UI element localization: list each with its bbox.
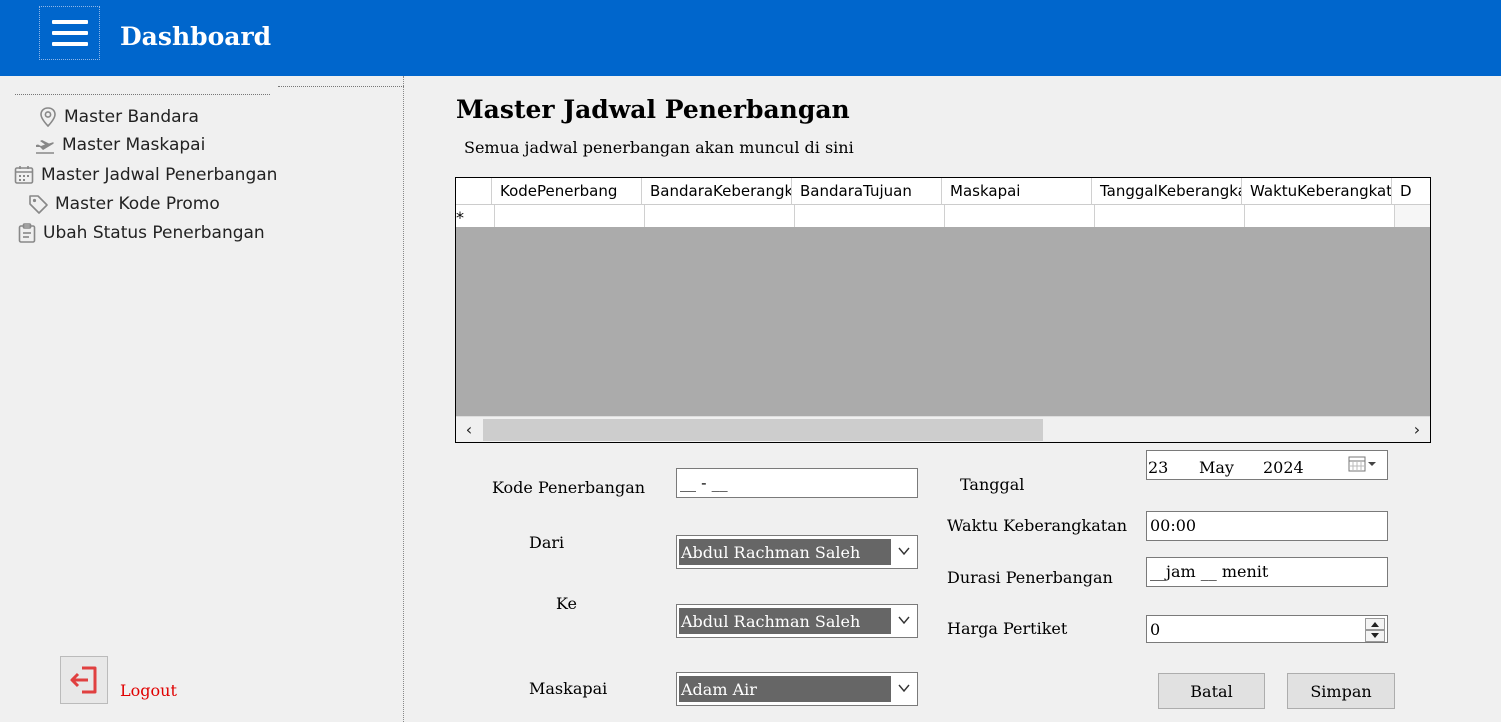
- sidebar-item-master-jadwal-penerbangan[interactable]: Master Jadwal Penerbangan: [13, 164, 277, 186]
- sidebar-item-ubah-status-penerbangan[interactable]: Ubah Status Penerbangan: [17, 222, 265, 244]
- grid-cell[interactable]: [1095, 205, 1245, 227]
- plane-departure-icon: [36, 140, 54, 154]
- kode-penerbangan-input[interactable]: __ - __: [676, 468, 918, 498]
- grid-cell[interactable]: [645, 205, 795, 227]
- grid-cell[interactable]: [945, 205, 1095, 227]
- grid-column-header[interactable]: TanggalKeberangkatan: [1092, 178, 1242, 205]
- maskapai-select[interactable]: Adam Air: [676, 672, 918, 706]
- sidebar-item-label: Master Jadwal Penerbangan: [41, 165, 278, 185]
- grid-column-header[interactable]: D: [1392, 178, 1430, 205]
- maskapai-label: Maskapai: [529, 679, 608, 698]
- chevron-down-icon: [898, 684, 910, 693]
- harga-pertiket-label: Harga Pertiket: [947, 619, 1068, 638]
- sidebar: Master Bandara Master Maskapai Master Ja…: [0, 76, 404, 722]
- logout-icon: [70, 666, 97, 694]
- sidebar-divider: [278, 86, 404, 87]
- waktu-keberangkatan-input[interactable]: 00:00: [1146, 511, 1388, 541]
- scrollbar-thumb[interactable]: [483, 419, 1043, 441]
- menu-icon: [52, 20, 88, 24]
- harga-pertiket-value[interactable]: 0: [1150, 620, 1160, 639]
- spin-down-icon[interactable]: [1365, 630, 1385, 642]
- dari-select[interactable]: Abdul Rachman Saleh: [676, 535, 918, 569]
- ke-label: Ke: [556, 594, 577, 613]
- grid-cell[interactable]: [795, 205, 945, 227]
- tanggal-year[interactable]: 2024: [1263, 458, 1304, 477]
- simpan-button[interactable]: Simpan: [1287, 673, 1395, 709]
- harga-spinner[interactable]: [1365, 618, 1385, 642]
- harga-pertiket-input[interactable]: 0: [1146, 615, 1388, 643]
- top-bar: Dashboard: [0, 0, 1501, 76]
- maskapai-selected-value: Adam Air: [679, 676, 891, 702]
- page-subtitle: Semua jadwal penerbangan akan muncul di …: [464, 138, 854, 157]
- tanggal-day[interactable]: 23: [1148, 458, 1168, 477]
- grid-new-row[interactable]: *: [456, 205, 1430, 227]
- grid-cell[interactable]: [1395, 205, 1430, 227]
- map-pin-icon: [40, 107, 56, 128]
- app-title: Dashboard: [120, 22, 272, 51]
- spin-up-icon[interactable]: [1365, 618, 1385, 630]
- sidebar-item-label: Master Bandara: [64, 107, 199, 127]
- tanggal-month[interactable]: May: [1199, 458, 1234, 477]
- grid-corner-cell: [456, 178, 492, 204]
- chevron-down-icon: [898, 547, 910, 556]
- grid-column-header[interactable]: BandaraKeberangkatan: [642, 178, 792, 205]
- menu-icon-bar: [52, 31, 88, 35]
- scroll-left-icon[interactable]: ‹: [456, 417, 482, 442]
- chevron-down-icon: [898, 616, 910, 625]
- sidebar-item-label: Master Kode Promo: [55, 194, 220, 214]
- sidebar-item-label: Master Maskapai: [62, 135, 206, 155]
- grid-column-header[interactable]: WaktuKeberangkatan: [1242, 178, 1392, 205]
- calendar-dropdown-icon[interactable]: [1348, 455, 1382, 473]
- grid-cell[interactable]: [495, 205, 645, 227]
- clipboard-icon: [18, 223, 36, 243]
- logout-button[interactable]: [60, 656, 108, 704]
- kode-penerbangan-label: Kode Penerbangan: [492, 478, 646, 497]
- grid-column-header[interactable]: KodePenerbang: [492, 178, 642, 205]
- flight-schedule-grid[interactable]: KodePenerbang BandaraKeberangkatan Banda…: [455, 177, 1431, 443]
- dari-selected-value: Abdul Rachman Saleh: [679, 539, 891, 565]
- durasi-penerbangan-label: Durasi Penerbangan: [947, 568, 1113, 587]
- new-row-marker: *: [456, 205, 495, 227]
- ke-select[interactable]: Abdul Rachman Saleh: [676, 604, 918, 638]
- horizontal-scrollbar[interactable]: ‹ ›: [456, 416, 1430, 442]
- batal-button[interactable]: Batal: [1158, 673, 1265, 709]
- page-title: Master Jadwal Penerbangan: [456, 95, 850, 124]
- sidebar-item-master-maskapai[interactable]: Master Maskapai: [34, 135, 205, 155]
- tanggal-date-picker[interactable]: 23 May 2024: [1146, 450, 1388, 480]
- grid-column-header[interactable]: Maskapai: [942, 178, 1092, 205]
- dari-label: Dari: [529, 533, 565, 552]
- sidebar-item-master-kode-promo[interactable]: Master Kode Promo: [27, 193, 220, 215]
- grid-cell[interactable]: [1245, 205, 1395, 227]
- sidebar-divider: [15, 94, 270, 95]
- grid-header: KodePenerbang BandaraKeberangkatan Banda…: [456, 178, 1430, 205]
- menu-icon-bar: [52, 42, 88, 46]
- calendar-icon: [14, 166, 34, 184]
- tag-icon: [29, 195, 48, 214]
- sidebar-item-label: Ubah Status Penerbangan: [43, 223, 265, 243]
- scroll-right-icon[interactable]: ›: [1404, 417, 1430, 442]
- ke-selected-value: Abdul Rachman Saleh: [679, 608, 891, 634]
- hamburger-menu-button[interactable]: [39, 6, 100, 60]
- logout-link[interactable]: Logout: [120, 681, 177, 700]
- sidebar-item-master-bandara[interactable]: Master Bandara: [38, 106, 199, 128]
- grid-column-header[interactable]: BandaraTujuan: [792, 178, 942, 205]
- durasi-penerbangan-input[interactable]: __jam __ menit: [1146, 557, 1388, 587]
- tanggal-label: Tanggal: [960, 475, 1025, 494]
- waktu-keberangkatan-label: Waktu Keberangkatan: [947, 516, 1128, 535]
